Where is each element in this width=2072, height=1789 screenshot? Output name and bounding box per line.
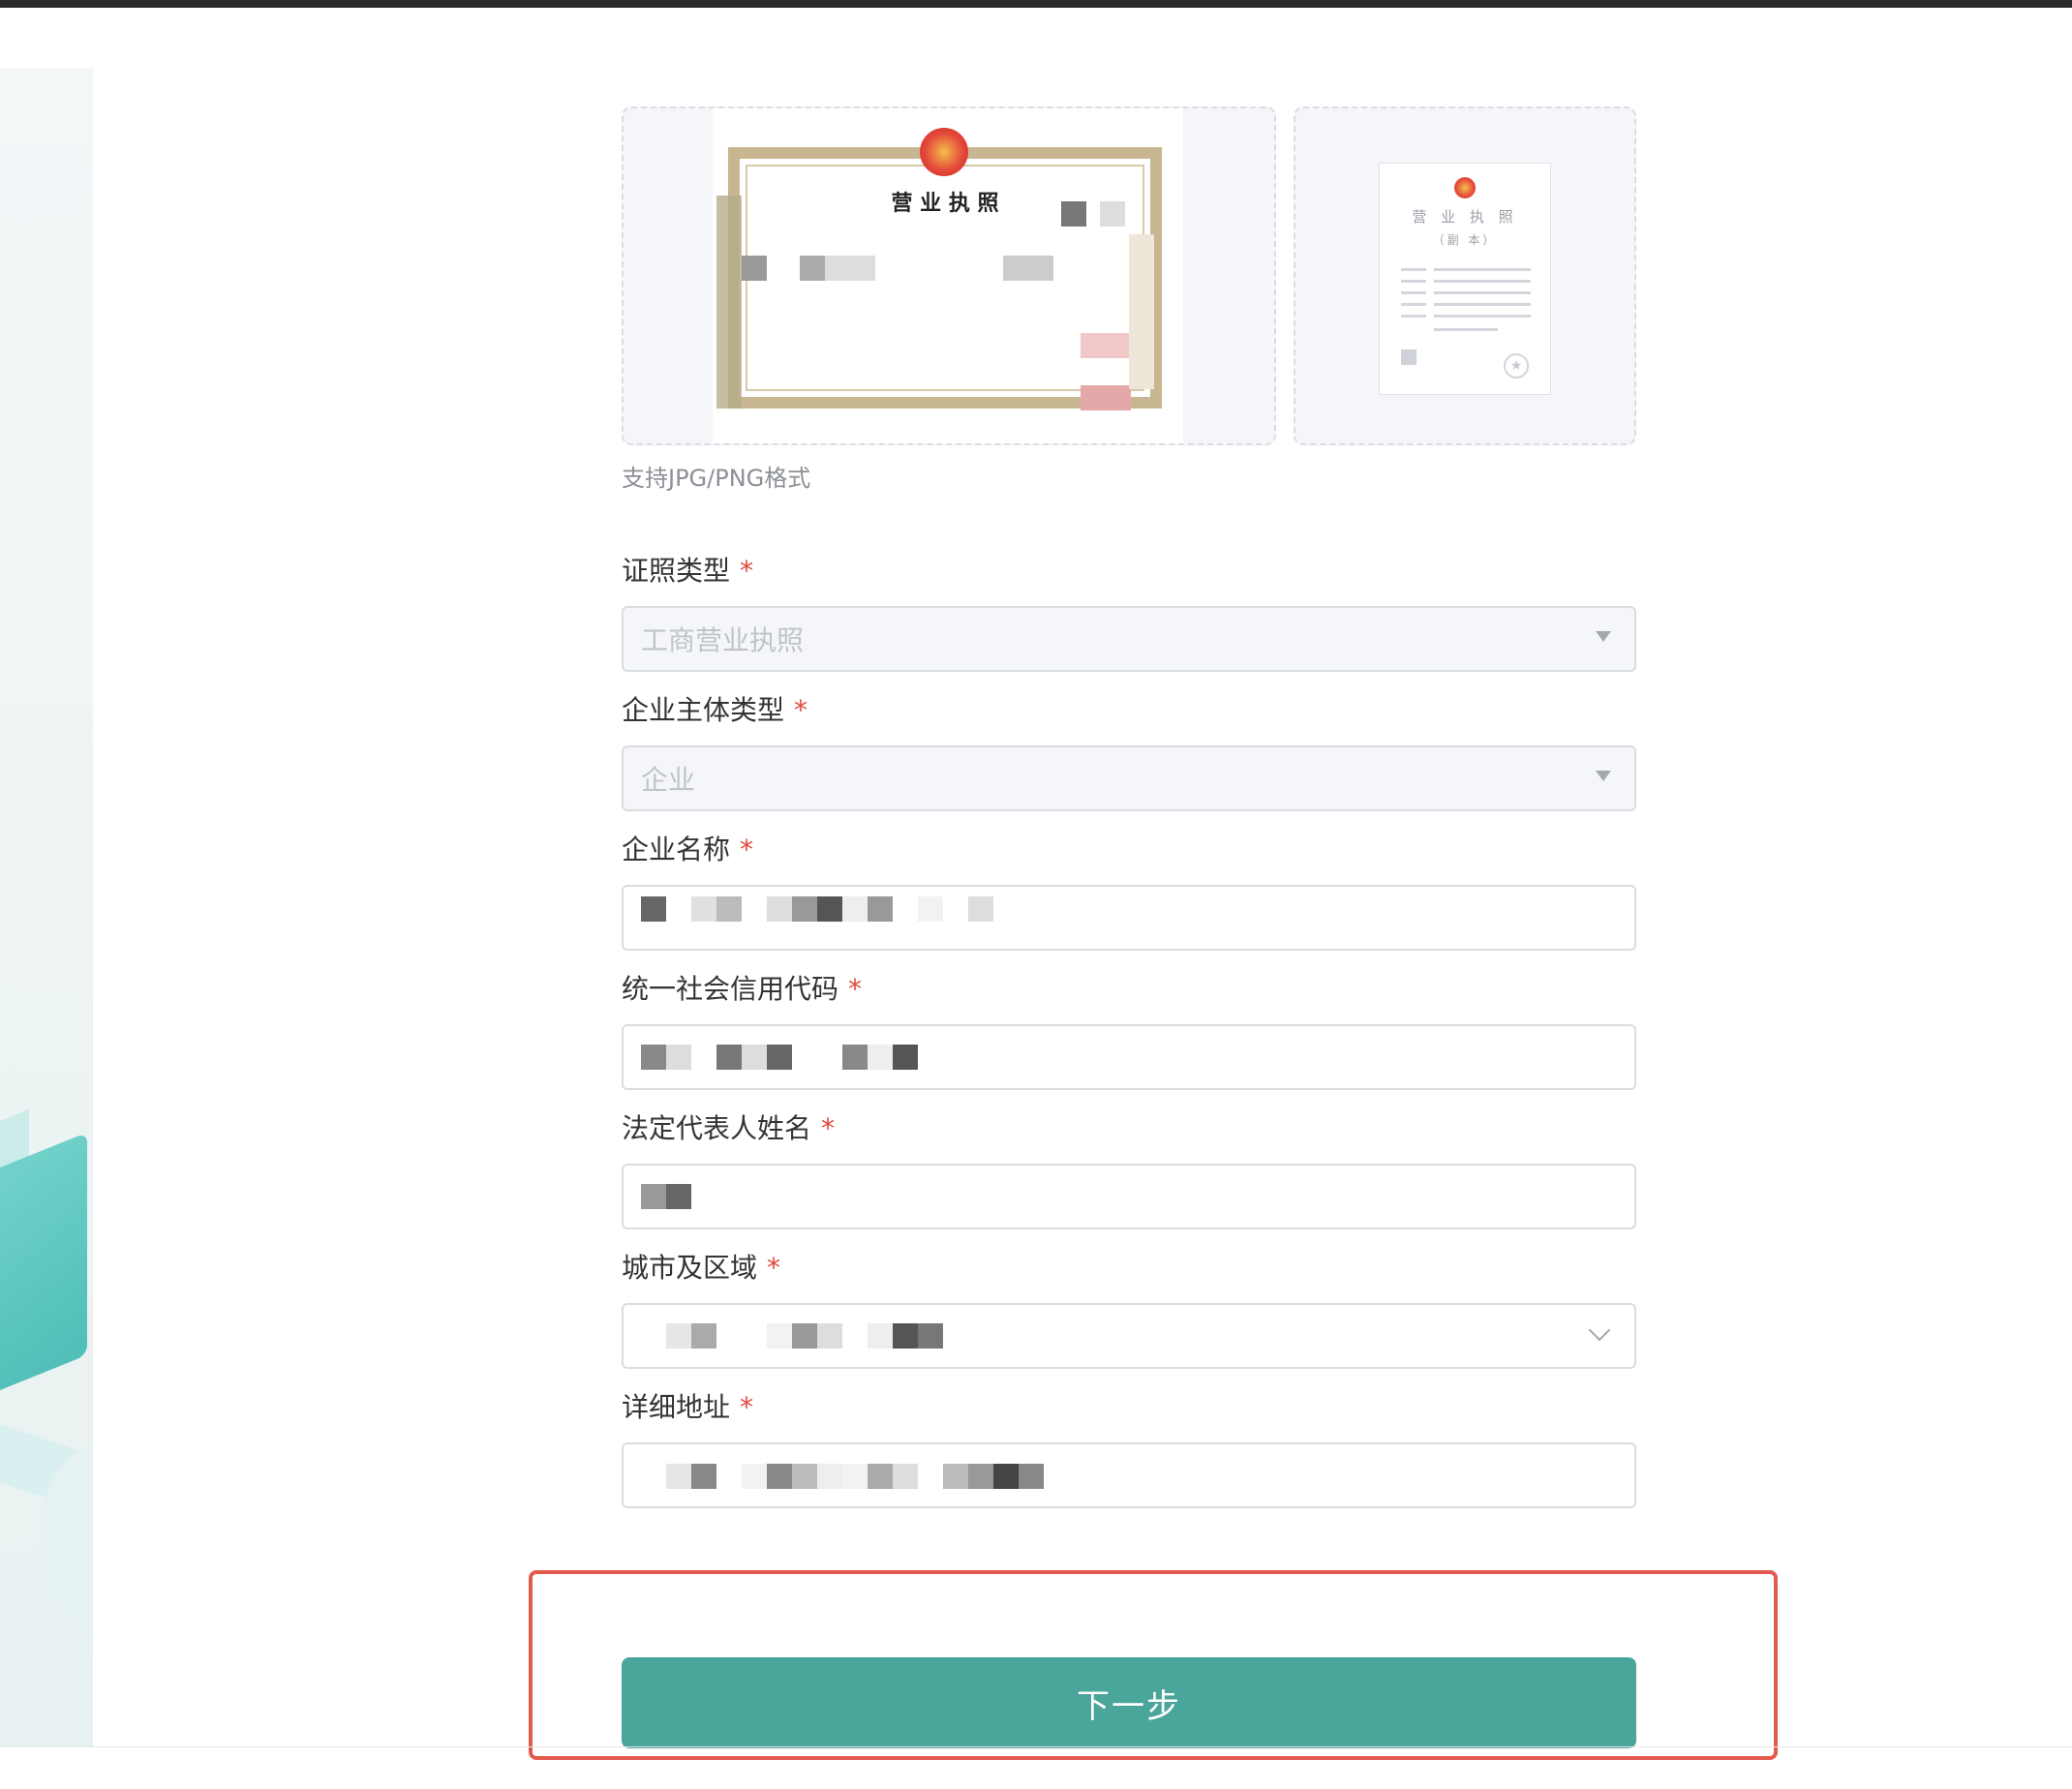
required-mark: *	[848, 973, 863, 1005]
redacted-value	[641, 1045, 918, 1070]
upload-format-hint: 支持JPG/PNG格式	[622, 465, 811, 492]
license-type-label: 证照类型 *	[622, 555, 754, 587]
license-upload-row: 营 业 执 照 营 业 执 照 （副 本） ★	[622, 106, 1636, 447]
license-title: 营 业 执 照	[891, 192, 999, 216]
required-mark: *	[740, 555, 754, 587]
entity-type-label: 企业主体类型 *	[622, 694, 808, 726]
next-step-button[interactable]: 下一步	[622, 1657, 1636, 1748]
redacted-value	[641, 1184, 691, 1209]
license-copy-subtitle: （副 本）	[1432, 233, 1498, 247]
caret-down-icon	[1596, 631, 1611, 642]
field-legal-rep: 法定代表人姓名 *	[622, 1109, 1636, 1229]
window-top-bar	[0, 0, 2072, 8]
field-credit-code: 统一社会信用代码 *	[622, 970, 1636, 1090]
page-divider	[0, 1746, 2072, 1747]
national-emblem-icon	[920, 128, 968, 176]
field-address: 详细地址 *	[622, 1388, 1636, 1508]
address-label: 详细地址 *	[622, 1391, 754, 1423]
redacted-value	[641, 1323, 943, 1349]
company-name-input[interactable]	[622, 885, 1636, 951]
license-copy-title: 营 业 执 照	[1412, 208, 1518, 226]
national-emblem-icon	[1454, 177, 1476, 198]
redacted-value	[641, 1464, 1069, 1489]
required-mark: *	[740, 834, 754, 865]
city-region-label: 城市及区域 *	[622, 1252, 781, 1284]
license-upload-copy[interactable]: 营 业 执 照 （副 本） ★	[1294, 106, 1636, 445]
entity-type-select[interactable]: 企业	[622, 745, 1636, 811]
decorative-shape	[0, 1132, 87, 1414]
field-license-type: 证照类型 * 工商营业执照	[622, 552, 1636, 672]
address-input[interactable]	[622, 1442, 1636, 1508]
legal-rep-label: 法定代表人姓名 *	[622, 1112, 836, 1144]
license-front-image: 营 业 执 照	[713, 108, 1183, 443]
seal-icon: ★	[1504, 353, 1529, 379]
required-mark: *	[821, 1112, 836, 1144]
field-company-name: 企业名称 *	[622, 831, 1636, 951]
required-mark: *	[767, 1252, 781, 1284]
registration-form: 营 业 执 照 营 业 执 照 （副 本） ★ 支持JPG/PNG格式 证照类型…	[622, 106, 1636, 1528]
caret-down-icon	[1596, 771, 1611, 781]
legal-rep-input[interactable]	[622, 1164, 1636, 1229]
entity-type-value: 企业	[641, 764, 696, 796]
redacted-value	[641, 896, 993, 922]
left-decorative-panel	[0, 68, 93, 1747]
company-name-label: 企业名称 *	[622, 834, 754, 865]
required-mark: *	[794, 694, 808, 726]
credit-code-input[interactable]	[622, 1024, 1636, 1090]
required-mark: *	[740, 1391, 754, 1423]
license-type-value: 工商营业执照	[641, 624, 805, 656]
field-entity-type: 企业主体类型 * 企业	[622, 691, 1636, 811]
license-upload-main[interactable]: 营 业 执 照	[622, 106, 1276, 445]
chevron-down-icon	[1588, 1319, 1611, 1342]
credit-code-label: 统一社会信用代码 *	[622, 973, 863, 1005]
license-copy-sample: 营 业 执 照 （副 本） ★	[1379, 163, 1551, 395]
license-type-select[interactable]: 工商营业执照	[622, 606, 1636, 672]
field-city-region: 城市及区域 *	[622, 1249, 1636, 1369]
city-region-cascader[interactable]	[622, 1303, 1636, 1369]
